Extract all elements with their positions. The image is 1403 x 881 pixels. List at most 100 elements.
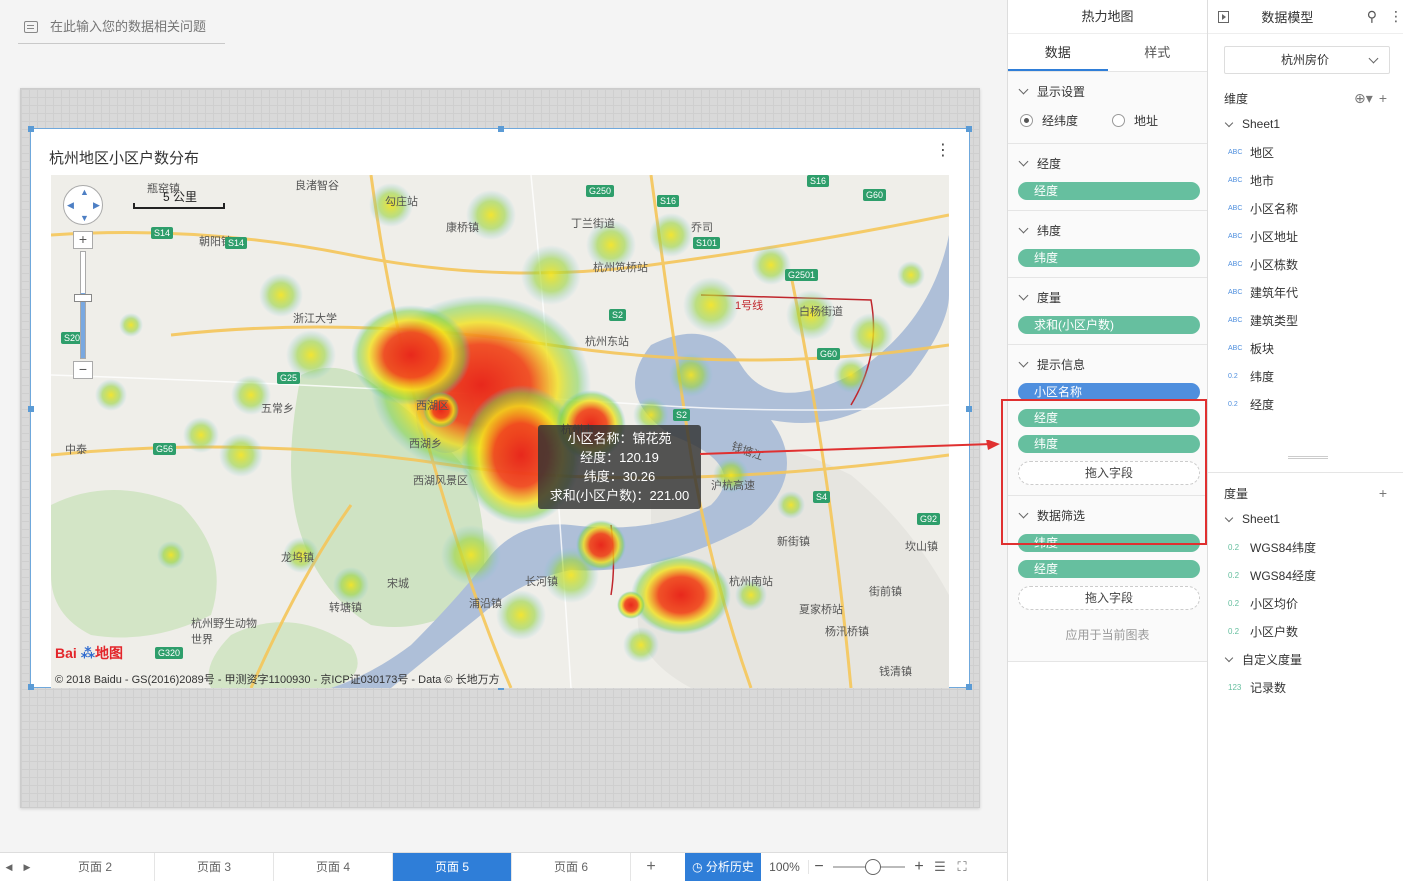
page-tab-4[interactable]: 页面 4 (274, 853, 393, 881)
zoom-out-button[interactable]: − (809, 858, 829, 876)
radio-address[interactable]: 地址 (1112, 112, 1158, 129)
map-zoom-knob[interactable] (74, 294, 92, 302)
dim-field[interactable]: ABC 小区地址 (1208, 222, 1403, 250)
tree-sheet-node[interactable]: Sheet1 (1208, 505, 1403, 533)
map-zoom-in-button[interactable]: + (73, 231, 93, 249)
dim-field[interactable]: ABC 地区 (1208, 138, 1403, 166)
pan-up-icon[interactable]: ▲ (80, 187, 89, 197)
resize-handle[interactable] (966, 126, 972, 132)
more-vertical-icon[interactable]: ⋮ (935, 143, 951, 159)
resize-handle[interactable] (28, 406, 34, 412)
lat-section: 纬度 纬度 (1008, 211, 1207, 278)
measure-field[interactable]: 0.2 WGS84经度 (1208, 561, 1403, 589)
heatmap-widget[interactable]: 杭州地区小区户数分布 ⋮ 瓶窑镇 良渚智谷 勾庄站 康桥镇 丁兰街道 乔司 杭州… (28, 126, 972, 690)
globe-icon[interactable]: ⊕▾ (1354, 90, 1373, 107)
measure-field[interactable]: 0.2 小区户数 (1208, 617, 1403, 645)
dataset-select[interactable]: 杭州房价 (1224, 46, 1390, 74)
fullscreen-icon[interactable]: ⛶ (951, 859, 973, 875)
page-tab-6[interactable]: 页面 6 (512, 853, 631, 881)
next-page-icon[interactable]: ▶ (24, 862, 31, 873)
resize-handle[interactable] (966, 406, 972, 412)
ask-question-input[interactable] (50, 19, 220, 34)
panel-splitter[interactable] (1208, 418, 1403, 472)
apply-to-chart-link[interactable]: 应用于当前图表 (1016, 626, 1199, 643)
field-pill[interactable]: 纬度 (1018, 435, 1200, 453)
map-place-label: 坎山镇 (905, 541, 938, 553)
heat-map[interactable]: 瓶窑镇 良渚智谷 勾庄站 康桥镇 丁兰街道 乔司 杭州笕桥站 浙江大学 杭州东站… (51, 175, 949, 688)
dim-field[interactable]: ABC 建筑年代 (1208, 278, 1403, 306)
drop-field-zone[interactable]: 拖入字段 (1018, 586, 1200, 610)
resize-handle[interactable] (498, 126, 504, 132)
map-place-label: 转塘镇 (329, 602, 362, 614)
map-pan-control[interactable]: ▲ ▼ ◀ ▶ (63, 185, 103, 225)
section-header[interactable]: 数据筛选 (1016, 504, 1199, 526)
road-badge: S16 (657, 195, 680, 207)
dim-field[interactable]: ABC 建筑类型 (1208, 306, 1403, 334)
field-pill[interactable]: 经度 (1018, 409, 1200, 427)
resize-handle[interactable] (28, 126, 34, 132)
section-header[interactable]: 纬度 (1016, 219, 1199, 241)
fit-width-icon[interactable]: ☰ (929, 859, 951, 875)
map-zoom-out-button[interactable]: − (73, 361, 93, 379)
dim-field[interactable]: ABC 地市 (1208, 166, 1403, 194)
resize-handle[interactable] (28, 684, 34, 690)
page-tab-3[interactable]: 页面 3 (155, 853, 274, 881)
dim-field[interactable]: ABC 板块 (1208, 334, 1403, 362)
pan-right-icon[interactable]: ▶ (93, 200, 100, 211)
tab-data[interactable]: 数据 (1008, 34, 1108, 71)
measure-section: 度量 求和(小区户数) (1008, 278, 1207, 345)
field-pill[interactable]: 经度 (1018, 560, 1200, 578)
collapse-panel-icon[interactable] (1218, 10, 1230, 23)
tree-custom-node[interactable]: 自定义度量 (1208, 645, 1403, 673)
field-pill[interactable]: 小区名称 (1018, 383, 1200, 401)
map-place-label: 新街镇 (777, 536, 810, 548)
field-pill[interactable]: 纬度 (1018, 249, 1200, 267)
analysis-history-button[interactable]: ◷ 分析历史 (685, 853, 761, 881)
field-pill[interactable]: 求和(小区户数) (1018, 316, 1200, 334)
zoom-slider-knob[interactable] (865, 859, 881, 875)
add-icon[interactable]: + (1379, 485, 1387, 501)
section-header[interactable]: 提示信息 (1016, 353, 1199, 375)
tree-sheet-node[interactable]: Sheet1 (1208, 110, 1403, 138)
main-canvas-area: 杭州地区小区户数分布 ⋮ (0, 0, 1007, 852)
resize-handle[interactable] (966, 684, 972, 690)
field-pill[interactable]: 纬度 (1018, 534, 1200, 552)
measure-field[interactable]: 0.2 小区均价 (1208, 589, 1403, 617)
road-badge: G25 (277, 372, 301, 384)
more-vertical-icon[interactable]: ⋮ (1389, 8, 1403, 25)
map-zoom-track[interactable] (80, 251, 86, 359)
drop-field-zone[interactable]: 拖入字段 (1018, 461, 1200, 485)
measure-field[interactable]: 0.2 WGS84纬度 (1208, 533, 1403, 561)
search-icon[interactable]: ⚲ (1367, 8, 1377, 25)
dim-field[interactable]: 0.2 纬度 (1208, 362, 1403, 390)
section-header[interactable]: 显示设置 (1016, 80, 1199, 102)
dim-field[interactable]: ABC 小区栋数 (1208, 250, 1403, 278)
dim-field[interactable]: 0.2 经度 (1208, 390, 1403, 418)
chevron-down-icon (1224, 653, 1234, 662)
page-tab-5[interactable]: 页面 5 (393, 853, 512, 881)
history-icon: ◷ (692, 860, 706, 874)
section-header[interactable]: 经度 (1016, 152, 1199, 174)
zoom-slider[interactable] (833, 859, 905, 875)
dim-field[interactable]: ABC 小区名称 (1208, 194, 1403, 222)
chevron-down-icon (1224, 513, 1234, 522)
prev-page-icon[interactable]: ◀ (6, 862, 13, 873)
tab-style[interactable]: 样式 (1108, 34, 1208, 71)
chevron-down-icon (1018, 156, 1029, 166)
pan-down-icon[interactable]: ▼ (80, 213, 89, 223)
section-header[interactable]: 度量 (1016, 286, 1199, 308)
road-badge: S101 (693, 237, 721, 249)
map-place-label: 五常乡 (261, 403, 294, 415)
custom-measure-field[interactable]: 123 记录数 (1208, 673, 1403, 701)
ask-question-bar[interactable] (18, 10, 225, 44)
add-icon[interactable]: + (1379, 90, 1387, 106)
pan-left-icon[interactable]: ◀ (67, 200, 74, 211)
zoom-in-button[interactable]: + (909, 858, 929, 876)
model-header: 数据模型 ⚲ ⋮ (1208, 0, 1403, 34)
field-pill[interactable]: 经度 (1018, 182, 1200, 200)
data-model-panel: 数据模型 ⚲ ⋮ 杭州房价 维度 ⊕▾ + Sheet1 ABC 地区 ABC 地市… (1207, 0, 1403, 881)
add-page-button[interactable]: + (631, 858, 671, 876)
chevron-down-icon (1368, 53, 1379, 64)
radio-lnglat[interactable]: 经纬度 (1020, 112, 1078, 129)
page-tab-2[interactable]: 页面 2 (36, 853, 155, 881)
